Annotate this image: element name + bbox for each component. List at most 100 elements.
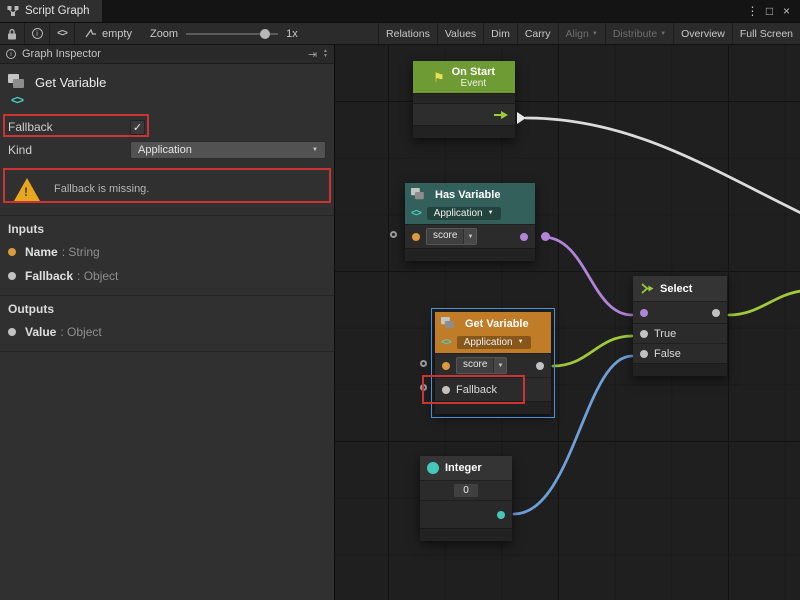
false-input-port[interactable] [640, 350, 648, 358]
node-title: Get Variable [465, 318, 529, 330]
integer-header[interactable]: Integer [420, 456, 512, 480]
chevron-down-icon: ▼ [312, 147, 318, 153]
node-footer [405, 248, 535, 261]
wire-select-output[interactable] [729, 291, 800, 315]
condition-input-port[interactable] [640, 309, 648, 317]
kind-property-row: Kind Application ▼ [0, 140, 334, 160]
chevron-down-icon: ▼ [463, 229, 476, 244]
true-port-label: True [654, 328, 676, 340]
variable-name-value: score [457, 358, 493, 373]
kind-dropdown[interactable]: Application ▼ [130, 141, 326, 159]
inspector-header: i Graph Inspector ⇥ ▲ ▼ [0, 45, 334, 64]
align-button[interactable]: Align ▼ [558, 23, 605, 44]
fallback-input-port[interactable] [442, 386, 450, 394]
integer-icon [427, 462, 439, 474]
tab-title: Script Graph [25, 5, 90, 17]
variable-name-dropdown[interactable]: score ▼ [426, 228, 477, 245]
has-variable-node[interactable]: Has Variable <> Application ▼ score ▼ [405, 183, 535, 261]
code-view-button[interactable]: <> [50, 23, 75, 44]
on-start-header[interactable]: ⚑ On Start Event [413, 61, 515, 93]
breadcrumb-group[interactable]: empty [75, 23, 142, 44]
output-type: : Object [60, 325, 101, 339]
wire-hasvariable-to-select[interactable] [543, 237, 632, 315]
kind-label: Kind [8, 143, 130, 157]
name-input-port[interactable] [412, 233, 420, 241]
bool-output-dot[interactable] [541, 232, 550, 241]
scope-dropdown[interactable]: Application ▼ [457, 336, 531, 349]
kind-value: Application [138, 144, 192, 156]
chevron-down-icon: ▼ [518, 339, 524, 345]
inspect-toggle-button[interactable]: i [25, 23, 50, 44]
code-icon: <> [11, 93, 23, 107]
input-type: : String [62, 245, 100, 259]
dim-button[interactable]: Dim [483, 23, 517, 44]
variables-icon [8, 74, 26, 89]
relations-label: Relations [386, 28, 430, 40]
values-button[interactable]: Values [437, 23, 483, 44]
toolbar-buttons: Relations Values Dim Carry Align ▼ Distr… [378, 23, 800, 44]
flow-output-row [413, 103, 515, 125]
dock-icon[interactable]: ⇥ [308, 48, 317, 61]
wire-onstart-flow[interactable] [526, 118, 800, 213]
get-variable-header[interactable]: Get Variable <> Application ▼ [435, 312, 551, 353]
scroll-down-icon[interactable]: ▼ [323, 54, 328, 59]
dim-label: Dim [491, 28, 510, 40]
has-variable-header[interactable]: Has Variable <> Application ▼ [405, 183, 535, 224]
relations-button[interactable]: Relations [378, 23, 437, 44]
node-title: On Start [452, 66, 495, 78]
name-port-ring[interactable] [420, 360, 427, 367]
main-area: i Graph Inspector ⇥ ▲ ▼ <> Get Variable [0, 45, 800, 600]
outputs-section-title: Outputs [0, 296, 334, 318]
integer-node[interactable]: Integer 0 [420, 456, 512, 541]
variables-icon [411, 188, 425, 200]
bool-output-port[interactable] [520, 233, 528, 241]
zoom-value: 1x [286, 28, 298, 40]
wire-getvariable-to-select-true[interactable] [553, 336, 632, 366]
value-output-port[interactable] [536, 362, 544, 370]
true-input-port[interactable] [640, 330, 648, 338]
window-close-icon[interactable]: × [778, 4, 795, 18]
select-node[interactable]: Select True False [633, 276, 727, 376]
flag-icon: ⚑ [433, 71, 445, 84]
fallback-port-ring[interactable] [420, 384, 427, 391]
fallback-label: Fallback [8, 120, 130, 134]
window-menu-icon[interactable]: ⋮ [744, 4, 761, 18]
title-bar: Script Graph ⋮ □ × [0, 0, 800, 22]
zoom-slider-handle[interactable] [260, 29, 270, 39]
window-restore-icon[interactable]: □ [761, 4, 778, 18]
scope-dropdown[interactable]: Application ▼ [427, 207, 501, 220]
flow-output-port[interactable] [517, 112, 526, 124]
select-header[interactable]: Select [633, 276, 727, 301]
int-output-port[interactable] [497, 511, 505, 519]
integer-output-row [420, 500, 512, 528]
on-start-node[interactable]: ⚑ On Start Event [413, 61, 515, 138]
on-start-titles: On Start Event [452, 66, 495, 89]
distribute-button[interactable]: Distribute ▼ [605, 23, 673, 44]
fullscreen-button[interactable]: Full Screen [732, 23, 800, 44]
tab-script-graph[interactable]: Script Graph [0, 0, 102, 22]
code-icon: <> [411, 208, 421, 219]
chevron-down-icon: ▼ [493, 358, 506, 373]
integer-value-field[interactable]: 0 [453, 483, 479, 498]
get-variable-node[interactable]: Get Variable <> Application ▼ score ▼ [435, 312, 551, 414]
selection-output-port[interactable] [712, 309, 720, 317]
node-subtitle: Event [461, 78, 487, 89]
zoom-slider[interactable] [186, 33, 278, 35]
inspector-title: Graph Inspector [22, 48, 101, 60]
lock-button[interactable] [0, 23, 25, 44]
fallback-checkbox[interactable]: ✓ [130, 120, 145, 135]
carry-button[interactable]: Carry [517, 23, 558, 44]
name-input-port[interactable] [442, 362, 450, 370]
code-icon: <> [441, 337, 451, 348]
fallback-port-label: Fallback [456, 384, 497, 396]
variable-name-dropdown[interactable]: score ▼ [456, 357, 507, 374]
node-title: Select [660, 283, 692, 295]
scroll-arrows[interactable]: ▲ ▼ [323, 49, 328, 59]
input-row-name: Name : String [0, 242, 334, 262]
node-footer [633, 363, 727, 376]
overview-button[interactable]: Overview [673, 23, 732, 44]
inspected-node-title: Get Variable [35, 75, 106, 112]
node-title: Integer [445, 462, 482, 474]
graph-canvas[interactable]: ⚑ On Start Event [335, 45, 800, 600]
name-port-ring[interactable] [390, 231, 397, 238]
